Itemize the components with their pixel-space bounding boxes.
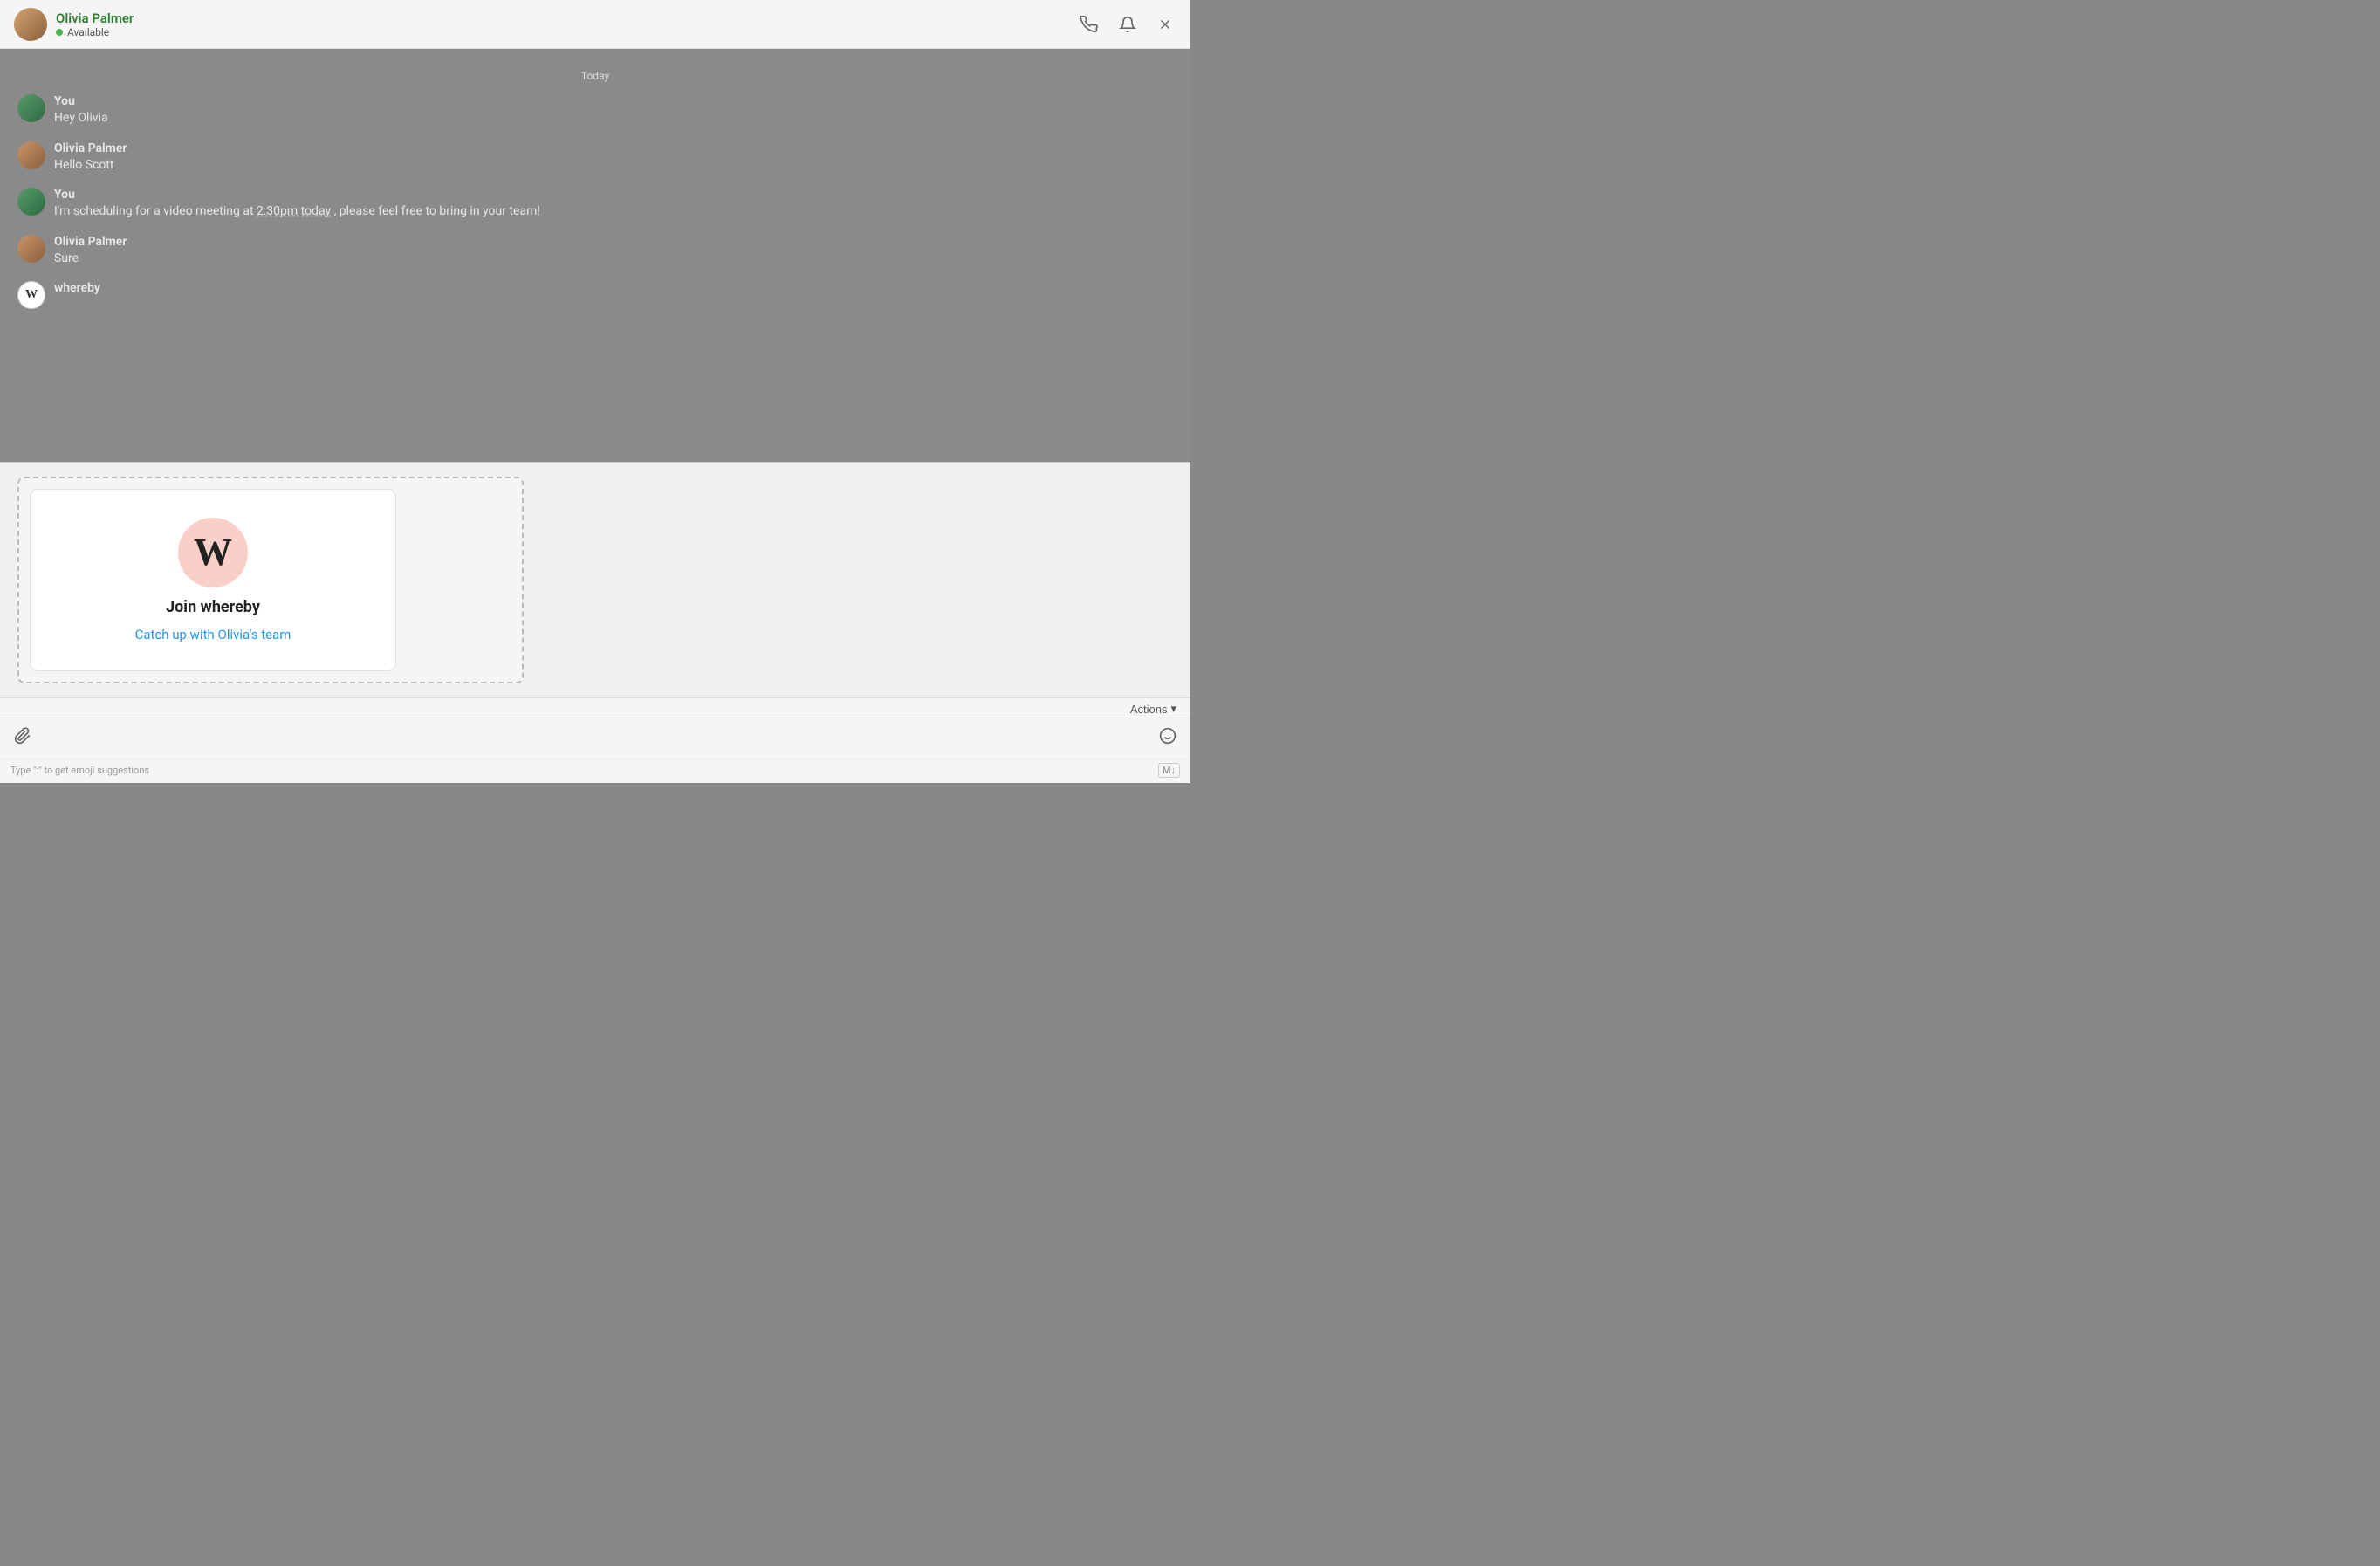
actions-chevron-icon: ▾: [1170, 702, 1176, 716]
message-sender-row: Olivia Palmer Hello Scott: [17, 141, 1173, 175]
sender-name: Olivia Palmer: [54, 141, 127, 155]
close-button[interactable]: [1154, 13, 1176, 36]
avatar-whereby: W: [17, 281, 45, 309]
whereby-avatar-letter: W: [25, 288, 38, 302]
message-content: whereby: [54, 281, 100, 297]
message-sender-row: You I'm scheduling for a video meeting a…: [17, 188, 1173, 221]
message-content: You I'm scheduling for a video meeting a…: [54, 188, 540, 221]
time-mention: 2:30pm today: [257, 204, 331, 218]
emoji-button[interactable]: [1156, 724, 1180, 753]
sender-name: Olivia Palmer: [54, 235, 127, 249]
message-group: W whereby: [17, 281, 1173, 309]
call-button[interactable]: [1077, 12, 1101, 37]
message-group: You I'm scheduling for a video meeting a…: [17, 188, 1173, 221]
whereby-card-link[interactable]: Catch up with Olivia's team: [135, 627, 291, 642]
avatar-you: [17, 94, 45, 122]
whereby-card-title: Join whereby: [166, 598, 260, 616]
status-online-dot: [56, 29, 63, 36]
message-text: I'm scheduling for a video meeting at 2:…: [54, 203, 540, 221]
message-content: You Hey Olivia: [54, 94, 108, 127]
message-group: Olivia Palmer Hello Scott: [17, 141, 1173, 175]
message-content: Olivia Palmer Sure: [54, 235, 127, 268]
message-group: Olivia Palmer Sure: [17, 235, 1173, 268]
message-group: You Hey Olivia: [17, 94, 1173, 127]
bell-icon: [1119, 16, 1136, 33]
message-content: Olivia Palmer Hello Scott: [54, 141, 127, 175]
avatar-you: [17, 188, 45, 216]
actions-label: Actions: [1130, 703, 1168, 716]
call-icon: [1080, 16, 1098, 33]
whereby-logo-letter: W: [194, 533, 232, 572]
attach-button[interactable]: [10, 724, 35, 753]
header-actions: [1077, 12, 1176, 37]
bottom-toolbar: Actions ▾ Type ":" to get emoji s: [0, 697, 1190, 783]
message-text: Hey Olivia: [54, 110, 108, 127]
chat-window: Olivia Palmer Available: [0, 0, 1190, 783]
header-info: Olivia Palmer Available: [56, 10, 134, 38]
messages-area: Today You Hey Olivia Olivia Palmer Hello…: [0, 49, 1190, 462]
date-divider: Today: [17, 70, 1173, 82]
header-left: Olivia Palmer Available: [14, 8, 134, 41]
whereby-card-container: W Join whereby Catch up with Olivia's te…: [17, 477, 524, 683]
sender-name: You: [54, 188, 540, 202]
notifications-button[interactable]: [1115, 12, 1140, 37]
sender-name: You: [54, 94, 108, 108]
emoji-icon: [1159, 727, 1176, 745]
message-sender-row: Olivia Palmer Sure: [17, 235, 1173, 268]
contact-status-text: Available: [67, 26, 109, 38]
avatar-olivia: [17, 141, 45, 169]
contact-name: Olivia Palmer: [56, 10, 134, 26]
message-sender-row: You Hey Olivia: [17, 94, 1173, 127]
close-icon: [1157, 17, 1173, 32]
paperclip-icon: [14, 727, 31, 745]
input-row: [0, 718, 1190, 759]
sender-name: whereby: [54, 281, 100, 295]
hint-row: Type ":" to get emoji suggestions M↓: [0, 759, 1190, 783]
actions-button[interactable]: Actions ▾: [1130, 702, 1176, 716]
whereby-logo-circle: W: [178, 518, 248, 587]
whereby-card-area: W Join whereby Catch up with Olivia's te…: [0, 462, 1190, 697]
contact-status-row: Available: [56, 26, 134, 38]
chat-header: Olivia Palmer Available: [0, 0, 1190, 49]
contact-avatar: [14, 8, 47, 41]
message-input[interactable]: [42, 726, 1149, 751]
actions-row: Actions ▾: [0, 698, 1190, 718]
contact-avatar-img: [14, 8, 47, 41]
hint-text: Type ":" to get emoji suggestions: [10, 765, 149, 776]
markdown-badge: M↓: [1158, 763, 1180, 778]
avatar-olivia: [17, 235, 45, 263]
whereby-card: W Join whereby Catch up with Olivia's te…: [30, 489, 396, 671]
message-text: Sure: [54, 251, 127, 268]
message-sender-row: W whereby: [17, 281, 1173, 309]
message-text: Hello Scott: [54, 157, 127, 175]
